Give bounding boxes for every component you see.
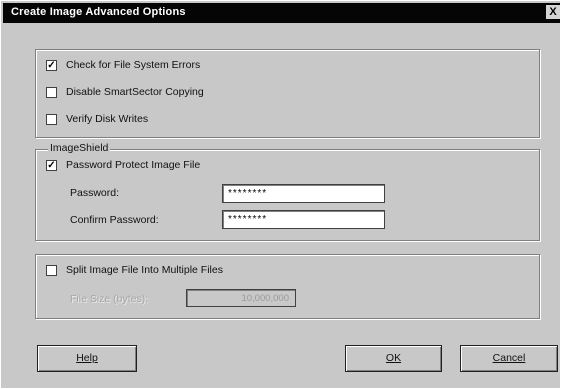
password-protect-label: Password Protect Image File	[66, 159, 201, 171]
check-errors-checkbox[interactable]: ✓	[46, 59, 57, 71]
file-size-field: 10,000,000	[186, 289, 296, 307]
confirm-password-field[interactable]: ********	[222, 210, 385, 229]
split-image-checkbox[interactable]	[46, 264, 57, 276]
check-errors-label: Check for File System Errors	[66, 59, 201, 71]
cancel-button[interactable]: Cancel	[460, 345, 558, 372]
general-options-group: ✓ Check for File System Errors Disable S…	[35, 49, 540, 138]
imageshield-group: ImageShield ✓ Password Protect Image Fil…	[35, 142, 540, 241]
split-image-label: Split Image File Into Multiple Files	[66, 264, 223, 276]
ok-button[interactable]: OK	[345, 345, 442, 372]
dialog-title: Create Image Advanced Options	[11, 6, 186, 18]
password-label: Password:	[70, 187, 120, 199]
split-options-group: Split Image File Into Multiple Files Fil…	[35, 254, 540, 319]
ok-button-label: OK	[385, 352, 402, 364]
imageshield-group-label: ImageShield	[48, 142, 111, 154]
disable-smartsector-label: Disable SmartSector Copying	[66, 86, 204, 98]
disable-smartsector-option[interactable]: Disable SmartSector Copying	[46, 86, 204, 98]
disable-smartsector-checkbox[interactable]	[46, 86, 57, 98]
password-protect-checkbox[interactable]: ✓	[46, 159, 57, 171]
verify-writes-checkbox[interactable]	[46, 113, 57, 125]
verify-writes-option[interactable]: Verify Disk Writes	[46, 113, 148, 125]
title-bar: Create Image Advanced Options X	[3, 3, 560, 23]
help-button-label: Help	[76, 352, 98, 364]
file-size-label: File Size (bytes):	[70, 293, 149, 305]
password-protect-option[interactable]: ✓ Password Protect Image File	[46, 159, 200, 171]
verify-writes-label: Verify Disk Writes	[66, 113, 149, 125]
confirm-password-label: Confirm Password:	[70, 214, 159, 226]
check-errors-option[interactable]: ✓ Check for File System Errors	[46, 59, 200, 71]
close-icon[interactable]: X	[546, 5, 560, 19]
password-field[interactable]: ********	[222, 184, 385, 203]
help-button[interactable]: Help	[37, 345, 137, 372]
split-image-option[interactable]: Split Image File Into Multiple Files	[46, 264, 223, 276]
advanced-options-dialog: Create Image Advanced Options X ✓ Check …	[0, 0, 561, 389]
cancel-button-label: Cancel	[492, 352, 526, 364]
